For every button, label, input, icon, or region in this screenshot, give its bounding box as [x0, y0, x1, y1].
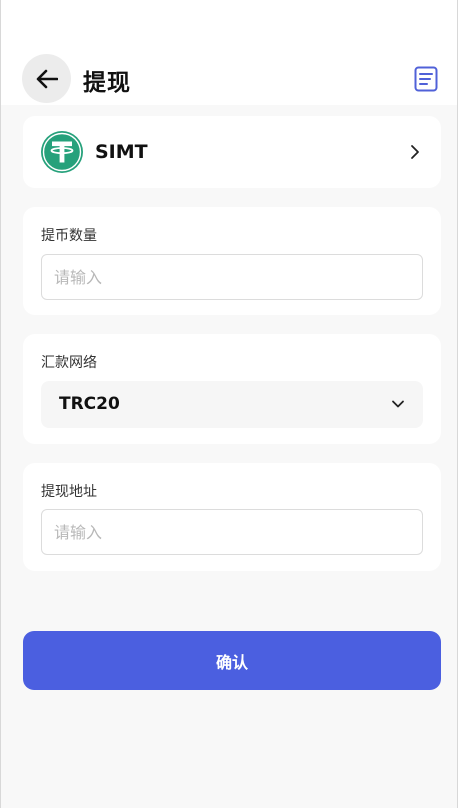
page-title: 提现 [83, 70, 131, 96]
address-section: 提现地址 [23, 463, 441, 571]
chevron-down-icon [392, 400, 404, 408]
address-input[interactable] [41, 509, 423, 555]
network-section: 汇款网络 TRC20 [23, 334, 441, 444]
network-select[interactable]: TRC20 [41, 381, 423, 428]
tether-icon [41, 131, 83, 173]
coin-selector[interactable]: SIMT [23, 116, 441, 188]
address-label: 提现地址 [41, 484, 97, 500]
back-button[interactable] [22, 54, 71, 103]
amount-section: 提币数量 [23, 207, 441, 315]
confirm-button[interactable]: 确认 [23, 631, 441, 690]
arrow-left-icon [36, 69, 58, 88]
coin-name: SIMT [95, 141, 148, 163]
amount-input[interactable] [41, 254, 423, 300]
records-button[interactable] [414, 66, 438, 92]
header: 提现 [1, 0, 457, 105]
network-selected-value: TRC20 [59, 394, 120, 414]
withdraw-page: 提现 SIMT 提币数量 汇款网络 TRC20 [0, 0, 458, 808]
network-label: 汇款网络 [41, 355, 97, 371]
amount-label: 提币数量 [41, 228, 97, 244]
document-list-icon [414, 66, 438, 92]
chevron-right-icon [411, 145, 419, 159]
